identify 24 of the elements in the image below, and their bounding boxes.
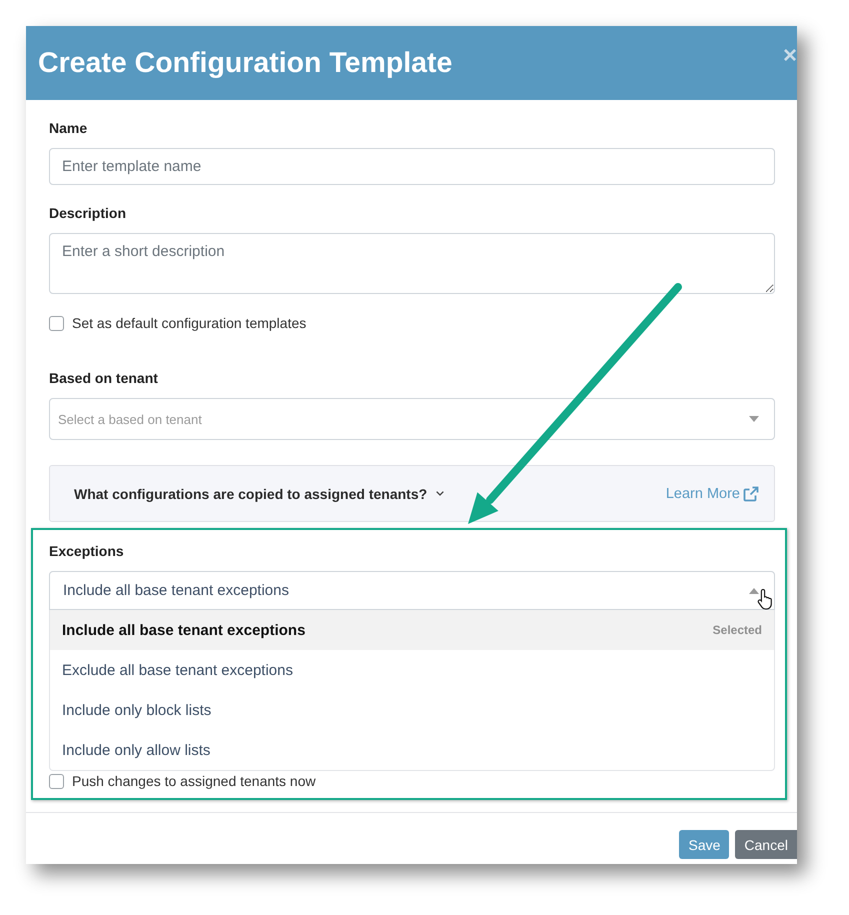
field-label: Based on tenant xyxy=(49,369,158,388)
info-toggle[interactable]: What configurations are copied to assigned tenants? xyxy=(74,486,444,502)
dropdown-option[interactable]: Include only block lists xyxy=(50,690,774,730)
checkbox-label: Set as default configuration templates xyxy=(72,315,306,331)
cancel-button[interactable]: Cancel xyxy=(735,830,797,859)
field-label: Description xyxy=(49,204,126,223)
checkbox-label: Push changes to assigned tenants now xyxy=(72,773,316,789)
textarea-field[interactable]: Enter a short description xyxy=(49,233,775,294)
select-field[interactable]: Include all base tenant exceptions xyxy=(49,571,775,610)
dialog-title: Create Configuration Template xyxy=(38,46,452,81)
field-label: Exceptions xyxy=(49,542,124,561)
field-label: Name xyxy=(49,119,88,138)
external-link-icon xyxy=(743,486,759,502)
dropdown-option[interactable]: Include all base tenant exceptions Selected xyxy=(50,610,774,650)
dropdown-option[interactable]: Include only allow lists xyxy=(50,730,774,770)
chevron-down-icon xyxy=(436,491,444,496)
hand-pointer-icon xyxy=(757,588,775,610)
caret-down-icon xyxy=(749,416,759,422)
checkbox[interactable] xyxy=(49,774,64,788)
input-field[interactable]: Enter template name xyxy=(49,148,775,185)
checkbox[interactable] xyxy=(49,316,64,330)
dropdown-option[interactable]: Exclude all base tenant exceptions xyxy=(50,650,774,690)
caret-up-icon xyxy=(749,588,759,594)
selected-note: Selected xyxy=(712,623,762,637)
